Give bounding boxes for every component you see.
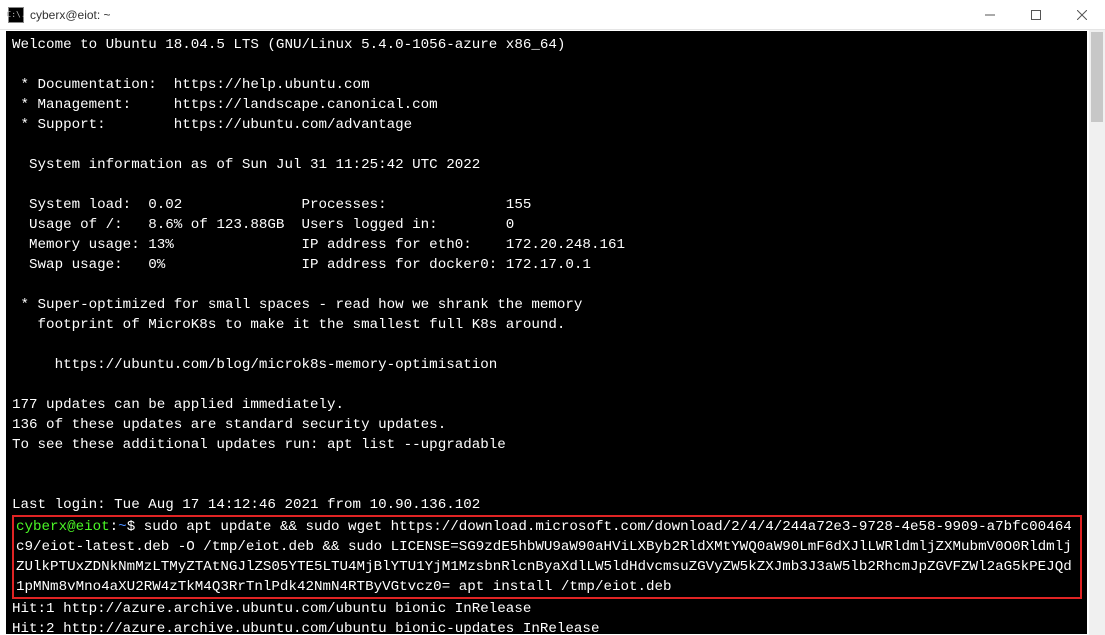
updates-line: 136 of these updates are standard securi… <box>12 417 446 433</box>
updates-line: 177 updates can be applied immediately. <box>12 397 344 413</box>
window-title: cyberx@eiot: ~ <box>30 8 111 22</box>
maximize-button[interactable] <box>1013 0 1059 30</box>
window-controls <box>967 0 1105 30</box>
microk8s-line: footprint of MicroK8s to make it the sma… <box>12 317 565 333</box>
sysinfo-row: Swap usage: 0% IP address for docker0: 1… <box>12 257 591 273</box>
apt-hit-line: Hit:1 http://azure.archive.ubuntu.com/ub… <box>12 601 531 617</box>
minimize-button[interactable] <box>967 0 1013 30</box>
sysinfo-row: System load: 0.02 Processes: 155 <box>12 197 531 213</box>
minimize-icon <box>985 10 995 20</box>
prompt-path: ~ <box>118 519 127 535</box>
apt-hit-line: Hit:2 http://azure.archive.ubuntu.com/ub… <box>12 621 599 634</box>
mgmt-link: * Management: https://landscape.canonica… <box>12 97 438 113</box>
close-button[interactable] <box>1059 0 1105 30</box>
microk8s-line: * Super-optimized for small spaces - rea… <box>12 297 582 313</box>
terminal-output[interactable]: Welcome to Ubuntu 18.04.5 LTS (GNU/Linux… <box>6 31 1087 634</box>
sysinfo-row: Memory usage: 13% IP address for eth0: 1… <box>12 237 625 253</box>
microk8s-url: https://ubuntu.com/blog/microk8s-memory-… <box>12 357 497 373</box>
scrollbar-thumb[interactable] <box>1091 32 1103 122</box>
doc-link: * Documentation: https://help.ubuntu.com <box>12 77 370 93</box>
sysinfo-row: Usage of /: 8.6% of 123.88GB Users logge… <box>12 217 514 233</box>
maximize-icon <box>1031 10 1041 20</box>
close-icon <box>1077 10 1087 20</box>
prompt-user: cyberx@eiot <box>16 519 110 535</box>
command-text: sudo apt update && sudo wget https://dow… <box>16 519 1072 595</box>
highlighted-command: cyberx@eiot:~$ sudo apt update && sudo w… <box>12 515 1082 599</box>
terminal-app-icon: C:\. <box>8 7 24 23</box>
welcome-line: Welcome to Ubuntu 18.04.5 LTS (GNU/Linux… <box>12 37 565 53</box>
vertical-scrollbar[interactable] <box>1089 30 1105 635</box>
last-login: Last login: Tue Aug 17 14:12:46 2021 fro… <box>12 497 480 513</box>
window-titlebar: C:\. cyberx@eiot: ~ <box>0 0 1105 30</box>
updates-line: To see these additional updates run: apt… <box>12 437 506 453</box>
support-link: * Support: https://ubuntu.com/advantage <box>12 117 412 133</box>
sysinfo-header: System information as of Sun Jul 31 11:2… <box>12 157 480 173</box>
